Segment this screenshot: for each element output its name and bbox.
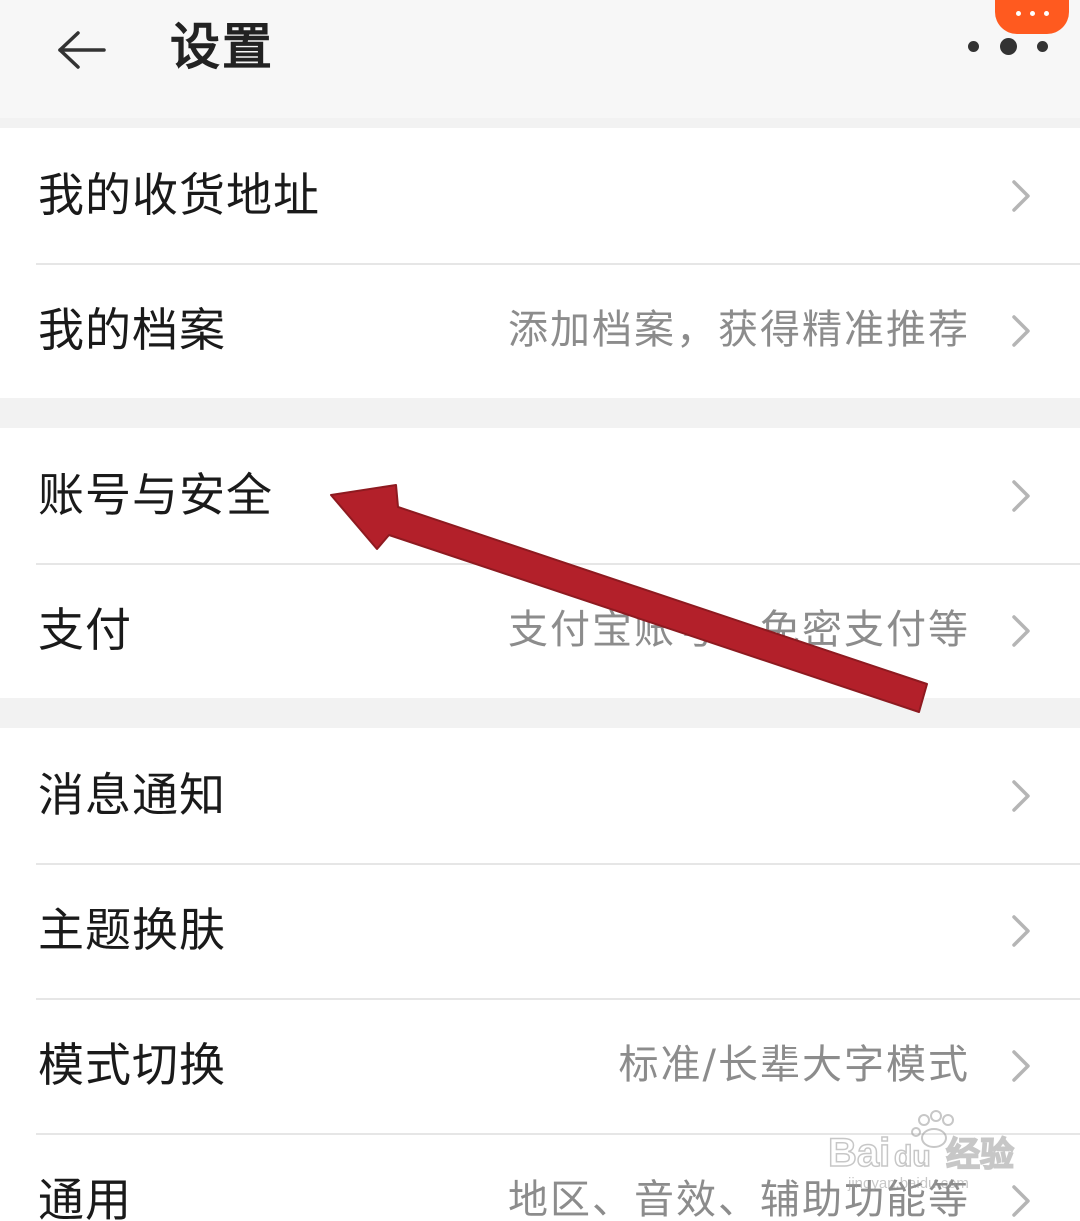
baidu-watermark-logo: Bai du 经验 jingyan.baidu.com <box>828 1110 1015 1192</box>
chevron-right-icon <box>1012 314 1030 347</box>
menu-item-label: 主题换肤 <box>38 903 226 957</box>
menu-item-account-security[interactable]: 账号与安全 <box>0 428 1080 563</box>
settings-screen: 设置 我的收货地址 我的档案 添加档案，获得精准推荐 账号与安全 支付 支付宝账… <box>0 0 1080 1221</box>
menu-item-shipping-address[interactable]: 我的收货地址 <box>0 128 1080 263</box>
more-button[interactable] <box>968 26 1048 66</box>
menu-item-label: 我的档案 <box>38 303 226 357</box>
page-title: 设置 <box>170 18 274 76</box>
dot-icon <box>968 40 979 52</box>
menu-item-label: 支付 <box>38 603 132 657</box>
dot-icon <box>999 37 1017 55</box>
arrow-left-icon <box>58 31 106 69</box>
chevron-right-icon <box>1012 1049 1030 1082</box>
menu-item-label: 消息通知 <box>38 768 226 822</box>
menu-item-label: 我的收货地址 <box>38 168 320 222</box>
chevron-right-icon <box>1012 179 1030 212</box>
top-bar: 设置 <box>0 0 1080 118</box>
svg-text:经验: 经验 <box>946 1135 1014 1175</box>
dot-icon <box>1037 40 1048 52</box>
menu-item-label: 通用 <box>38 1173 132 1221</box>
back-button[interactable] <box>40 8 124 92</box>
menu-item-notifications[interactable]: 消息通知 <box>0 728 1080 863</box>
svg-text:Bai: Bai <box>828 1131 890 1175</box>
svg-text:du: du <box>894 1140 931 1173</box>
chevron-right-icon <box>1012 779 1030 812</box>
menu-item-hint: 添加档案，获得精准推荐 <box>508 307 970 353</box>
menu-item-label: 账号与安全 <box>38 468 273 522</box>
settings-group-personal: 我的收货地址 我的档案 添加档案，获得精准推荐 <box>0 128 1080 398</box>
menu-item-payment[interactable]: 支付 支付宝账号、免密支付等 <box>0 563 1080 698</box>
menu-item-hint: 支付宝账号、免密支付等 <box>508 607 970 653</box>
menu-item-theme[interactable]: 主题换肤 <box>0 863 1080 998</box>
svg-text:jingyan.baidu.com: jingyan.baidu.com <box>847 1175 969 1192</box>
settings-group-account: 账号与安全 支付 支付宝账号、免密支付等 <box>0 428 1080 698</box>
chevron-right-icon <box>1012 479 1030 512</box>
chevron-right-icon <box>1012 914 1030 947</box>
menu-item-label: 模式切换 <box>38 1038 226 1092</box>
menu-item-my-profile[interactable]: 我的档案 添加档案，获得精准推荐 <box>0 263 1080 398</box>
chevron-right-icon <box>1012 614 1030 647</box>
